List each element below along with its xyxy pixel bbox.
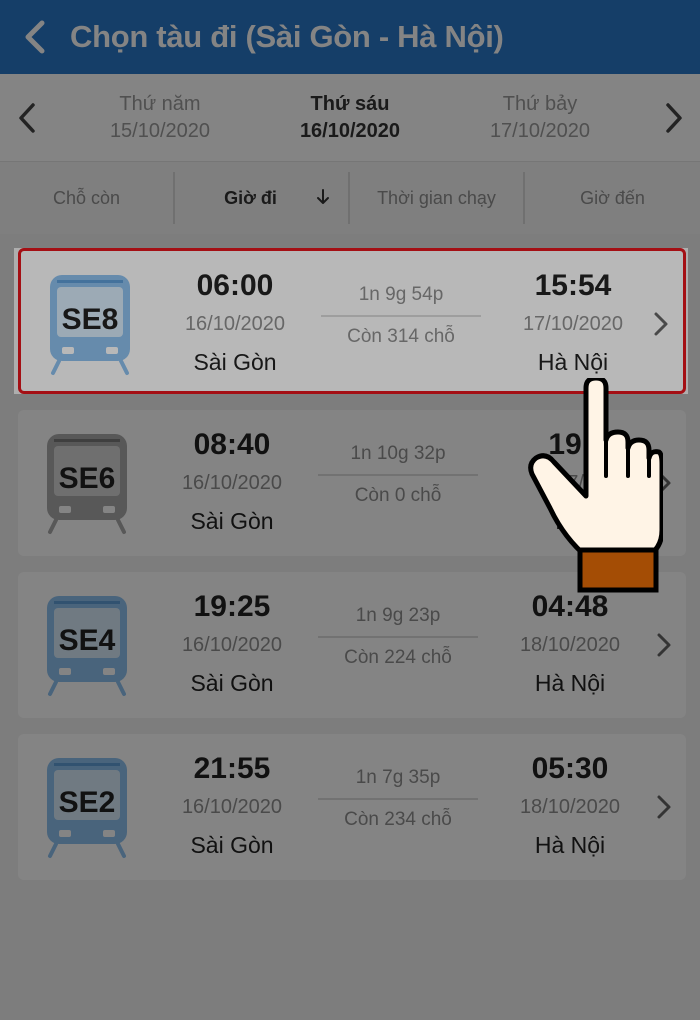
arrival-date: 18/10/2020: [519, 796, 621, 818]
train-card-se2[interactable]: SE2 21:55 16/10/2020 Sài Gòn 1n 7g 35p C…: [18, 734, 686, 880]
chevron-right-icon: [657, 633, 671, 657]
divider: [318, 636, 478, 638]
departure-time: 21:55: [193, 752, 271, 785]
trip-duration: 1n 9g 23p: [355, 605, 441, 626]
divider: [318, 798, 478, 800]
train-code: SE8: [61, 303, 119, 336]
page-title: Chọn tàu đi (Sài Gòn - Hà Nội): [70, 19, 504, 54]
departure-time: 19:25: [193, 590, 271, 623]
departure-time: 08:40: [193, 428, 271, 461]
train-badge: SE4: [44, 594, 130, 698]
date-next-day: Thứ bảy: [502, 92, 578, 115]
chevron-right-icon: [665, 102, 682, 133]
seats-left: Còn 234 chỗ: [344, 809, 452, 830]
prev-date-button[interactable]: [0, 74, 53, 162]
trip-info: 1n 9g 54p Còn 314 chỗ: [321, 281, 481, 351]
trip-duration: 1n 10g 32p: [350, 443, 446, 464]
sort-arrival-label: Giờ đến: [580, 187, 645, 208]
departure-date: 16/10/2020: [181, 796, 283, 818]
app-header: Chọn tàu đi (Sài Gòn - Hà Nội): [0, 0, 700, 74]
arrival-station: Hà Nội: [537, 349, 609, 375]
next-date-button[interactable]: [647, 74, 700, 162]
date-current-day: Thứ sáu: [310, 92, 390, 115]
arrival-info: 15:54 17/10/2020 Hà Nội: [507, 267, 639, 381]
sort-arrival[interactable]: Giờ đến: [525, 172, 700, 224]
departure-date: 16/10/2020: [184, 313, 286, 335]
departure-info: 21:55 16/10/2020 Sài Gòn: [166, 750, 298, 864]
arrival-time: 05:30: [531, 752, 609, 785]
divider: [321, 315, 481, 317]
departure-info: 06:00 16/10/2020 Sài Gòn: [169, 267, 301, 381]
arrow-down-icon: [317, 189, 329, 204]
departure-date: 16/10/2020: [181, 634, 283, 656]
sort-duration-label: Thời gian chạy: [377, 187, 496, 208]
date-prev-day: Thứ năm: [119, 92, 201, 115]
arrival-date: 17/10/2020: [522, 313, 624, 335]
date-prev-date: 15/10/2020: [109, 119, 211, 142]
departure-station: Sài Gòn: [193, 349, 277, 375]
date-next[interactable]: Thứ bảy 17/10/2020: [445, 91, 635, 145]
arrival-station: Hà Nội: [534, 670, 606, 696]
seats-left: Còn 0 chỗ: [354, 485, 442, 506]
divider: [318, 474, 478, 476]
date-current-date: 16/10/2020: [299, 119, 401, 142]
train-code: SE2: [58, 786, 116, 819]
train-badge: SE8: [47, 273, 133, 377]
pointing-hand-icon: [528, 378, 663, 593]
departure-station: Sài Gòn: [190, 832, 274, 858]
departure-time: 06:00: [196, 269, 274, 302]
arrival-station: Hà Nội: [534, 832, 606, 858]
sort-seats-left[interactable]: Chỗ còn: [0, 172, 175, 224]
departure-station: Sài Gòn: [190, 508, 274, 534]
departure-date: 16/10/2020: [181, 472, 283, 494]
arrival-time: 04:48: [531, 590, 609, 623]
date-next-date: 17/10/2020: [489, 119, 591, 142]
departure-info: 19:25 16/10/2020 Sài Gòn: [166, 588, 298, 702]
departure-info: 08:40 16/10/2020 Sài Gòn: [166, 426, 298, 540]
chevron-left-icon: [25, 20, 45, 54]
sort-departure-label: Giờ đi: [224, 187, 277, 208]
arrival-info: 04:48 18/10/2020 Hà Nội: [504, 588, 636, 702]
date-prev[interactable]: Thứ năm 15/10/2020: [65, 91, 255, 145]
trip-duration: 1n 9g 54p: [358, 284, 444, 305]
train-badge: SE2: [44, 756, 130, 860]
train-badge: SE6: [44, 432, 130, 536]
chevron-right-icon: [657, 795, 671, 819]
date-current[interactable]: Thứ sáu 16/10/2020: [255, 91, 445, 145]
seats-left: Còn 314 chỗ: [347, 326, 455, 347]
chevron-left-icon: [18, 102, 35, 133]
trip-info: 1n 7g 35p Còn 234 chỗ: [318, 764, 478, 834]
train-card-se4[interactable]: SE4 19:25 16/10/2020 Sài Gòn 1n 9g 23p C…: [18, 572, 686, 718]
sort-bar: Chỗ còn Giờ đi Thời gian chạy Giờ đến: [0, 162, 700, 234]
chevron-right-icon: [654, 312, 668, 336]
sort-duration[interactable]: Thời gian chạy: [350, 172, 525, 224]
date-selector: Thứ năm 15/10/2020 Thứ sáu 16/10/2020 Th…: [0, 74, 700, 162]
train-code: SE4: [58, 624, 116, 657]
train-code: SE6: [58, 462, 116, 495]
sort-departure[interactable]: Giờ đi: [175, 172, 350, 224]
sort-seats-left-label: Chỗ còn: [52, 187, 121, 208]
seats-left: Còn 224 chỗ: [344, 647, 452, 668]
back-button[interactable]: [0, 0, 70, 74]
departure-station: Sài Gòn: [190, 670, 274, 696]
trip-duration: 1n 7g 35p: [355, 767, 441, 788]
train-card-se8[interactable]: SE8 06:00 16/10/2020 Sài Gòn 1n 9g 54p C…: [18, 248, 686, 394]
arrival-info: 05:30 18/10/2020 Hà Nội: [504, 750, 636, 864]
arrival-time: 15:54: [534, 269, 612, 302]
arrival-date: 18/10/2020: [519, 634, 621, 656]
trip-info: 1n 10g 32p Còn 0 chỗ: [318, 440, 478, 510]
trip-info: 1n 9g 23p Còn 224 chỗ: [318, 602, 478, 672]
